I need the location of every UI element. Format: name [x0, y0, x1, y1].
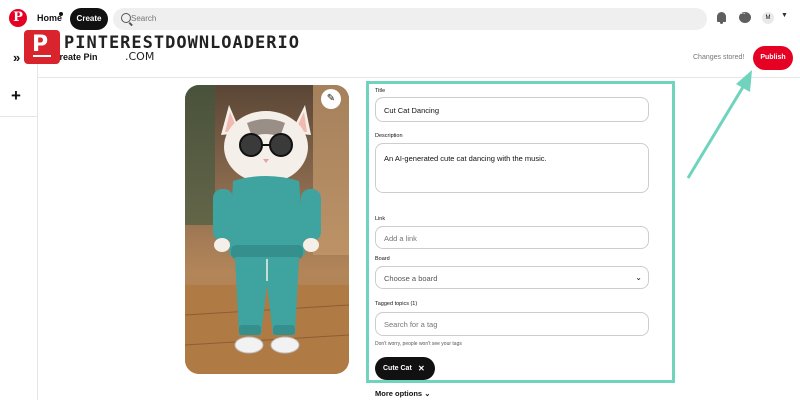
watermark-domain: .COM: [125, 50, 155, 63]
add-pin-icon[interactable]: +: [11, 86, 21, 106]
description-textarea[interactable]: An AI-generated cute cat dancing with th…: [375, 143, 649, 193]
title-value: Cut Cat Dancing: [384, 106, 440, 115]
create-button[interactable]: Create: [70, 8, 108, 30]
board-placeholder: Choose a board: [384, 274, 438, 283]
header-divider: [37, 77, 800, 78]
pin-image: [185, 85, 349, 374]
board-label: Board: [375, 256, 390, 262]
description-label: Description: [375, 133, 403, 139]
messages-icon[interactable]: [739, 9, 751, 23]
chevron-down-icon[interactable]: ▼: [781, 12, 788, 19]
expand-sidebar-icon[interactable]: »: [13, 50, 20, 65]
watermark-logo-icon: P: [24, 30, 60, 64]
tags-hint: Don't worry, people won't see your tags: [375, 341, 462, 347]
watermark-text: PINTERESTDOWNLOADERIO: [64, 33, 300, 53]
notification-dot-icon: [59, 12, 63, 16]
board-select[interactable]: Choose a board ⌄: [375, 266, 649, 289]
chevron-down-icon: ⌄: [424, 389, 431, 398]
save-status: Changes stored!: [693, 54, 745, 61]
link-label: Link: [375, 216, 386, 222]
tags-label: Tagged topics (1): [375, 301, 418, 307]
bell-icon[interactable]: [717, 12, 726, 24]
cat-illustration: [185, 85, 349, 374]
link-placeholder: Add a link: [384, 234, 417, 243]
close-icon[interactable]: ✕: [418, 357, 425, 380]
title-label: Title: [375, 88, 386, 94]
pinterest-logo-icon[interactable]: P: [9, 9, 27, 27]
sidebar-divider: [0, 116, 37, 117]
more-options-toggle[interactable]: More options ⌄: [375, 389, 430, 398]
title-input[interactable]: Cut Cat Dancing: [375, 97, 649, 122]
chevron-down-icon: ⌄: [635, 273, 642, 282]
more-options-label: More options: [375, 389, 423, 398]
description-value: An AI-generated cute cat dancing with th…: [384, 154, 547, 163]
tag-search-input[interactable]: Search for a tag: [375, 312, 649, 336]
tag-chip-label: Cute Cat: [383, 365, 412, 372]
tag-chip[interactable]: Cute Cat ✕: [375, 357, 435, 380]
search-placeholder: Search: [131, 14, 157, 23]
search-icon: [121, 13, 131, 23]
edit-pencil-icon[interactable]: ✎: [321, 89, 341, 109]
search-input[interactable]: Search: [113, 8, 707, 30]
publish-button[interactable]: Publish: [753, 46, 793, 70]
tag-search-placeholder: Search for a tag: [384, 320, 438, 329]
avatar[interactable]: M: [762, 12, 774, 24]
link-input[interactable]: Add a link: [375, 226, 649, 249]
